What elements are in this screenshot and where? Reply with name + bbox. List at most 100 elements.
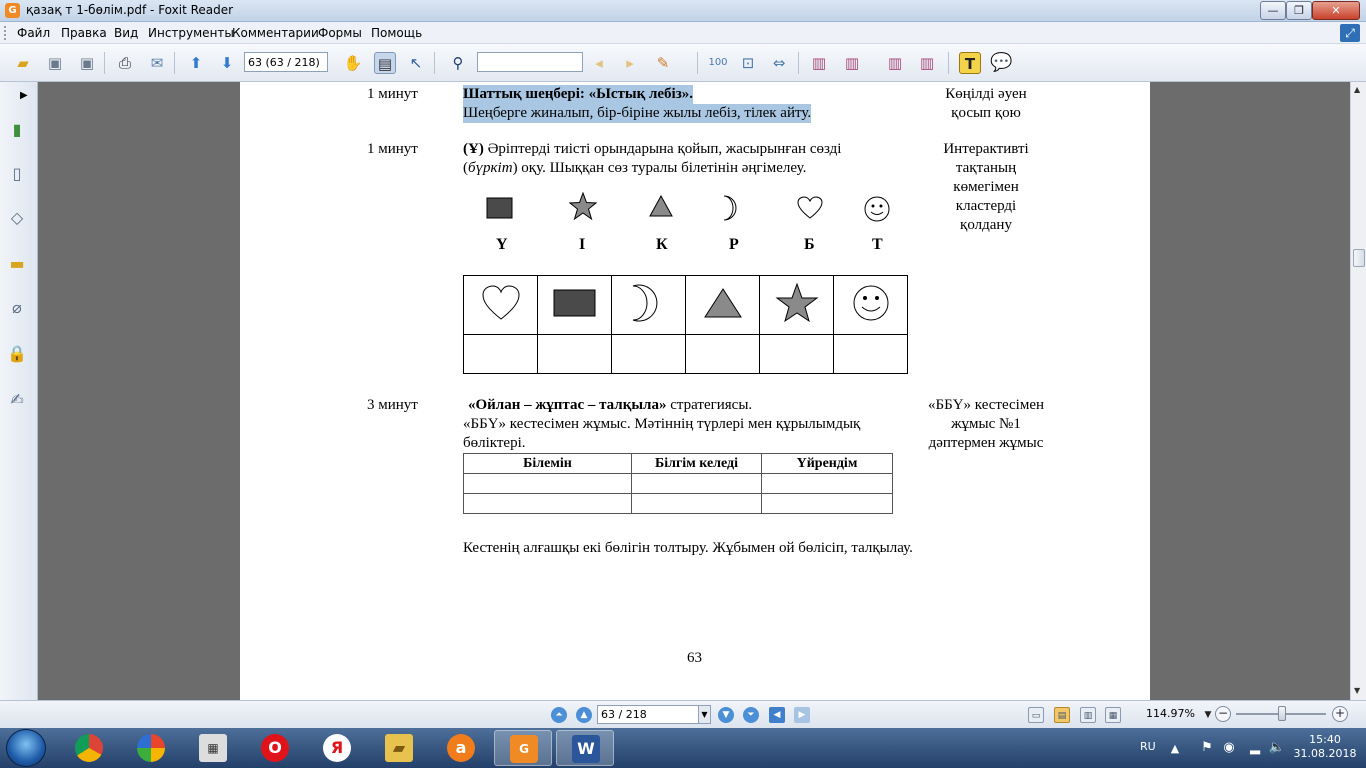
actual-size-icon[interactable]: 100 bbox=[707, 52, 729, 74]
forward-arrow-icon[interactable]: ▶ bbox=[794, 707, 810, 723]
start-button[interactable] bbox=[6, 729, 46, 767]
zoom-level[interactable]: 114.97% bbox=[1146, 707, 1195, 720]
select-arrow-icon[interactable]: ↖ bbox=[405, 52, 427, 74]
signal-icon[interactable]: ▂ bbox=[1244, 737, 1266, 759]
row3-text2: бөліктері. bbox=[463, 435, 526, 451]
next-page-icon[interactable]: ▼ bbox=[718, 707, 734, 723]
facing-pages-icon[interactable]: ▥ bbox=[1080, 707, 1096, 723]
menu-file[interactable]: Файл bbox=[17, 26, 50, 40]
tray-expand-icon[interactable]: ▲ bbox=[1164, 738, 1186, 760]
save-icon[interactable]: ▣ bbox=[44, 52, 66, 74]
pdf-export-icon[interactable]: ▥ bbox=[884, 52, 906, 74]
chrome-icon bbox=[75, 734, 103, 762]
create-pdf-icon[interactable]: ▥ bbox=[808, 52, 830, 74]
row2-text2c: ) оқу. Шыққан сөз туралы білетінін әңгім… bbox=[512, 160, 807, 176]
action-center-icon[interactable]: ⚑ bbox=[1196, 737, 1218, 759]
shape-cell-triangle bbox=[685, 275, 760, 335]
typewriter-icon[interactable]: T bbox=[959, 52, 981, 74]
shape-cell-heart bbox=[463, 275, 538, 335]
toolbar: ▰ ▣ ▣ ⎙ ✉ ⬆ ⬇ ✋ ▤ ↖ ⚲ ◂ ▸ ✎ 100 ⊡ ⇔ ▥ ▥ … bbox=[0, 44, 1366, 82]
status-page-field[interactable]: 63 / 218 ▼ bbox=[597, 705, 711, 724]
next-page-icon[interactable]: ⬇ bbox=[216, 52, 238, 74]
chrome-taskbar-item[interactable] bbox=[60, 730, 118, 766]
maximize-button[interactable]: ❐ bbox=[1286, 1, 1312, 20]
row2-lead: (Ұ) bbox=[463, 141, 484, 157]
menu-comments[interactable]: Комментарии bbox=[232, 26, 319, 40]
tray-clock[interactable]: 15:40 31.08.2018 bbox=[1290, 733, 1360, 761]
fit-page-icon[interactable]: ⊡ bbox=[737, 52, 759, 74]
last-page-icon[interactable]: ⏷ bbox=[743, 707, 759, 723]
browser-taskbar-item[interactable] bbox=[122, 730, 180, 766]
title-bar: G қазақ т 1-бөлім.pdf - Foxit Reader — ❐… bbox=[0, 0, 1366, 22]
highlight-icon[interactable]: ✎ bbox=[652, 52, 674, 74]
menu-view[interactable]: Вид bbox=[114, 26, 138, 40]
opera-taskbar-item[interactable]: O bbox=[246, 730, 304, 766]
print-icon[interactable]: ⎙ bbox=[114, 52, 136, 74]
continuous-facing-icon[interactable]: ▦ bbox=[1105, 707, 1121, 723]
menu-forms[interactable]: Формы bbox=[318, 26, 362, 40]
bookmarks-icon[interactable]: ▮ bbox=[5, 118, 29, 142]
language-indicator[interactable]: RU bbox=[1140, 740, 1156, 753]
convert-pdf-icon[interactable]: ▥ bbox=[841, 52, 863, 74]
network-icon[interactable]: ◉ bbox=[1218, 737, 1240, 759]
prev-page-icon[interactable]: ▲ bbox=[576, 707, 592, 723]
select-text-icon[interactable]: ▤ bbox=[374, 52, 396, 74]
volume-icon[interactable]: 🔈 bbox=[1266, 737, 1288, 759]
single-page-icon[interactable]: ▭ bbox=[1028, 707, 1044, 723]
zoom-in-button[interactable]: + bbox=[1332, 706, 1348, 722]
menu-tools[interactable]: Инструменты bbox=[148, 26, 234, 40]
answer-cell bbox=[759, 334, 834, 374]
back-arrow-icon[interactable]: ◀ bbox=[769, 707, 785, 723]
fit-width-icon[interactable]: ⇔ bbox=[768, 52, 790, 74]
first-page-icon[interactable]: ⏶ bbox=[551, 707, 567, 723]
note-comment-icon[interactable]: 💬 bbox=[990, 52, 1012, 74]
security-lock-icon[interactable]: 🔒 bbox=[5, 342, 29, 366]
shape-cell-star bbox=[759, 275, 834, 335]
save-all-icon[interactable]: ▣ bbox=[76, 52, 98, 74]
attachments-icon[interactable]: ⌀ bbox=[5, 296, 29, 320]
search-input[interactable] bbox=[477, 52, 583, 72]
minimize-button[interactable]: — bbox=[1260, 1, 1286, 20]
foxit-taskbar-item[interactable]: G bbox=[494, 730, 552, 766]
key-letter-1: Ү bbox=[496, 236, 508, 253]
zoom-slider-thumb[interactable] bbox=[1278, 706, 1286, 721]
signature-icon[interactable]: ✍ bbox=[5, 388, 29, 412]
navigation-panel: ▶ ▮ ▯ ◇ ▬ ⌀ 🔒 ✍ bbox=[0, 82, 38, 700]
scroll-up-icon[interactable]: ▲ bbox=[1354, 85, 1360, 94]
yandex-taskbar-item[interactable]: Я bbox=[308, 730, 366, 766]
word-taskbar-item[interactable]: W bbox=[556, 730, 614, 766]
pages-icon[interactable]: ▯ bbox=[5, 162, 29, 186]
key-letter-5: Б bbox=[804, 236, 815, 253]
close-button[interactable]: ✕ bbox=[1312, 1, 1360, 20]
bbu-cell bbox=[463, 493, 632, 514]
layers-icon[interactable]: ◇ bbox=[5, 206, 29, 230]
scroll-down-icon[interactable]: ▼ bbox=[1354, 686, 1360, 695]
menu-help[interactable]: Помощь bbox=[371, 26, 422, 40]
expand-panel-icon[interactable]: ▶ bbox=[20, 90, 28, 101]
continuous-page-icon[interactable]: ▤ bbox=[1054, 707, 1070, 723]
restore-down-icon[interactable]: ⤢ bbox=[1340, 24, 1360, 42]
page-dropdown-icon[interactable]: ▼ bbox=[698, 706, 710, 723]
page-number-field[interactable]: 63 (63 / 218) bbox=[244, 52, 328, 72]
zoom-dropdown-icon[interactable]: ▼ bbox=[1200, 707, 1216, 723]
email-icon[interactable]: ✉ bbox=[146, 52, 168, 74]
open-folder-icon[interactable]: ▰ bbox=[12, 52, 34, 74]
pdf-merge-icon[interactable]: ▥ bbox=[916, 52, 938, 74]
zoom-out-button[interactable]: − bbox=[1215, 706, 1231, 722]
vertical-scrollbar[interactable]: ▲ ▼ bbox=[1350, 82, 1366, 700]
hand-tool-icon[interactable]: ✋ bbox=[342, 52, 364, 74]
previous-page-icon[interactable]: ⬆ bbox=[185, 52, 207, 74]
find-binoculars-icon[interactable]: ⚲ bbox=[447, 52, 469, 74]
calculator-taskbar-item[interactable]: ▦ bbox=[184, 730, 242, 766]
menu-edit[interactable]: Правка bbox=[61, 26, 107, 40]
search-previous-icon[interactable]: ◂ bbox=[588, 52, 610, 74]
foxit-icon[interactable]: G bbox=[5, 3, 20, 18]
clock-time: 15:40 bbox=[1309, 733, 1341, 746]
avast-taskbar-item[interactable]: a bbox=[432, 730, 490, 766]
scrollbar-thumb[interactable] bbox=[1353, 249, 1365, 267]
search-next-icon[interactable]: ▸ bbox=[619, 52, 641, 74]
window-title: қазақ т 1-бөлім.pdf - Foxit Reader bbox=[26, 3, 234, 17]
answer-cell bbox=[463, 334, 538, 374]
comments-icon[interactable]: ▬ bbox=[5, 252, 29, 276]
explorer-taskbar-item[interactable]: ▰ bbox=[370, 730, 428, 766]
